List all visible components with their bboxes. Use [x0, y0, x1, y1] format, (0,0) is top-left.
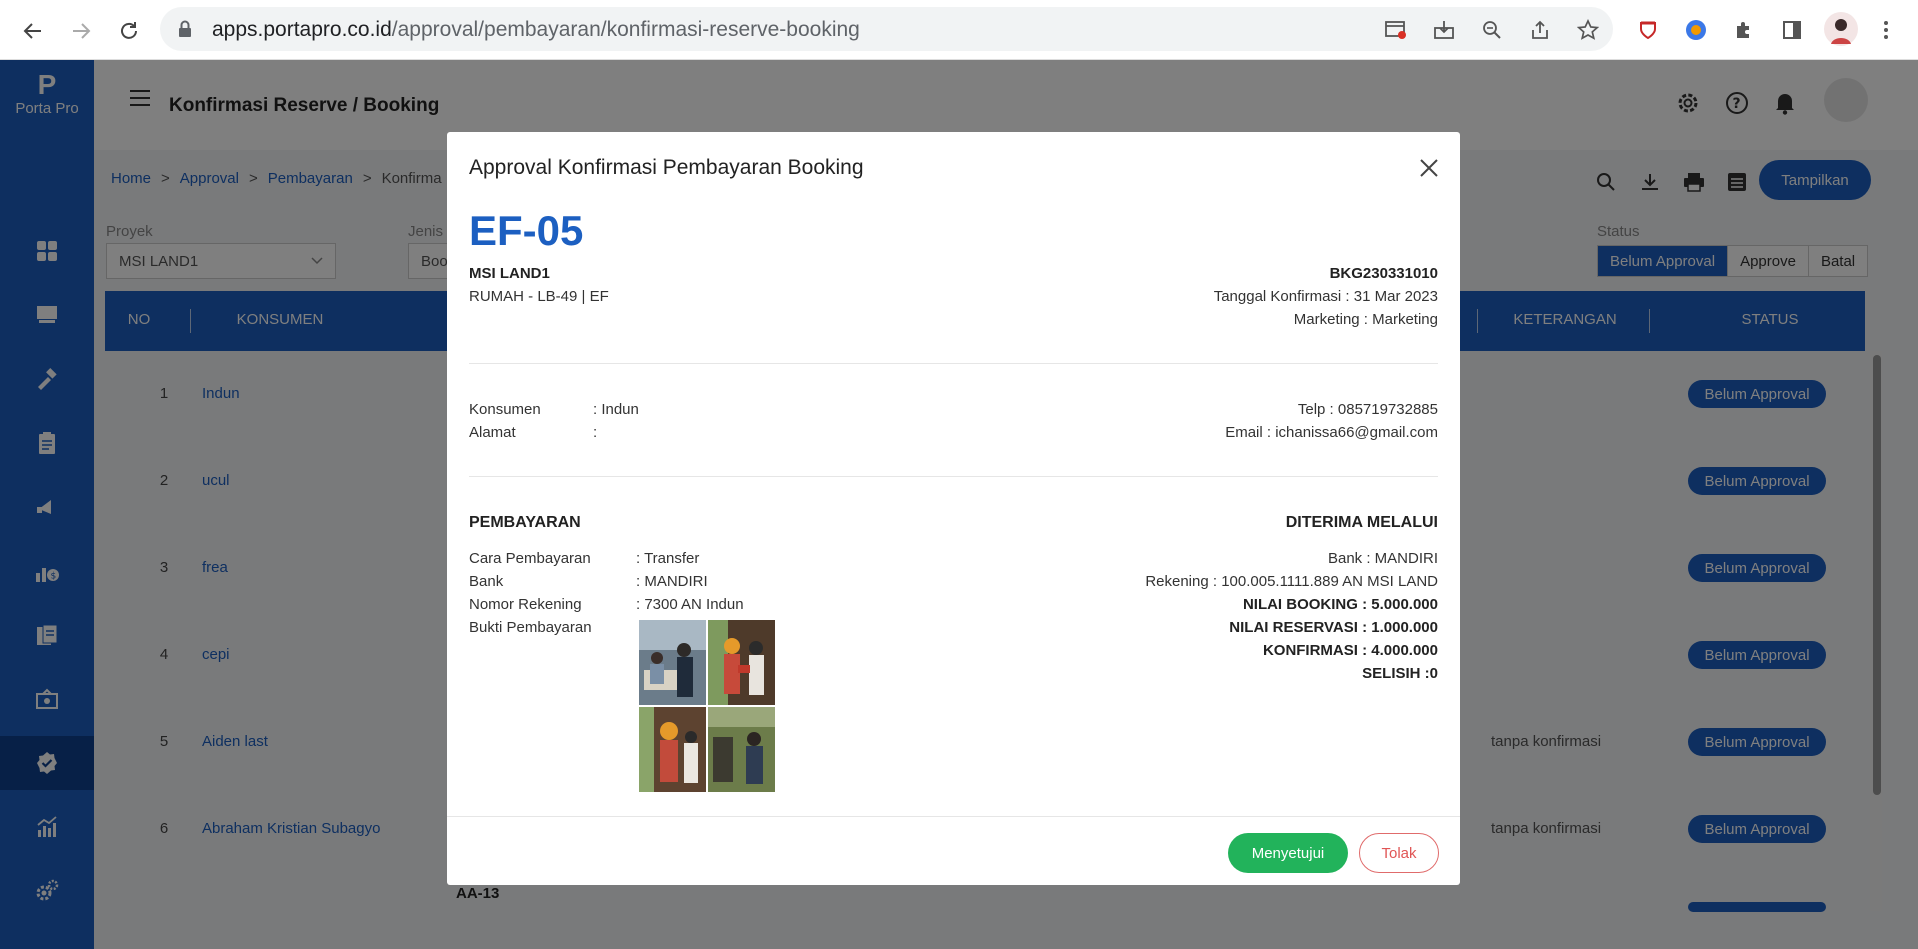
modal-title: Approval Konfirmasi Pembayaran Booking [469, 156, 864, 179]
extensions-puzzle-icon[interactable] [1730, 16, 1758, 44]
unit-code: EF-05 [469, 207, 584, 254]
browser-toolbar: apps.portapro.co.id/approval/pembayaran/… [0, 0, 1918, 60]
blocked-popup-icon[interactable] [1382, 16, 1410, 44]
extension-shield-icon[interactable] [1634, 16, 1662, 44]
bukti-pembayaran-label: Bukti Pembayaran [469, 619, 592, 636]
close-icon[interactable] [1417, 156, 1441, 180]
cara-pembayaran-label: Cara Pembayaran [469, 550, 591, 567]
back-icon[interactable] [16, 14, 50, 48]
nomor-rekening-value: : 7300 AN Indun [636, 596, 744, 613]
payment-photo [639, 707, 706, 792]
reload-icon[interactable] [112, 14, 146, 48]
nilai-booking: NILAI BOOKING : 5.000.000 [1242, 596, 1438, 613]
diterima-heading: DITERIMA MELALUI [1285, 514, 1438, 531]
selisih-amount: SELISIH :0 [1362, 665, 1438, 682]
approve-button[interactable]: Menyetujui [1228, 833, 1348, 873]
bookmark-star-icon[interactable] [1574, 16, 1602, 44]
nomor-rekening-label: Nomor Rekening [469, 596, 582, 613]
pembayaran-heading: PEMBAYARAN [469, 514, 581, 531]
reject-button[interactable]: Tolak [1359, 833, 1439, 873]
recv-rekening: Rekening : 100.005.1111.889 AN MSI LAND [1145, 573, 1438, 590]
payment-photo [639, 620, 706, 705]
zoom-icon[interactable] [1478, 16, 1506, 44]
cara-pembayaran-value: : Transfer [636, 550, 700, 567]
konsumen-label: Konsumen [469, 401, 541, 418]
divider [469, 476, 1438, 477]
email-value: Email : ichanissa66@gmail.com [1225, 424, 1438, 441]
forward-icon[interactable] [64, 14, 98, 48]
unit-detail: RUMAH - LB-49 | EF [469, 288, 609, 305]
konsumen-value: : Indun [593, 401, 639, 418]
bukti-pembayaran-image[interactable] [639, 620, 775, 792]
profile-avatar-icon[interactable] [1824, 12, 1858, 46]
nilai-reservasi: NILAI RESERVASI : 1.000.000 [1229, 619, 1438, 636]
project-name: MSI LAND1 [469, 265, 550, 282]
extension-globe-icon[interactable] [1682, 16, 1710, 44]
booking-code: BKG230331010 [1329, 265, 1438, 282]
konfirmasi-amount: KONFIRMASI : 4.000.000 [1262, 642, 1438, 659]
payment-photo [708, 707, 775, 792]
alamat-label: Alamat [469, 424, 516, 441]
install-icon[interactable] [1430, 16, 1458, 44]
recv-bank: Bank : MANDIRI [1327, 550, 1438, 567]
divider [469, 363, 1438, 364]
tanggal-konfirmasi: Tanggal Konfirmasi : 31 Mar 2023 [1213, 288, 1438, 305]
url-text: apps.portapro.co.id/approval/pembayaran/… [212, 18, 860, 41]
bank-label: Bank [469, 573, 504, 590]
browser-menu-icon[interactable] [1872, 16, 1900, 44]
bank-value: : MANDIRI [636, 573, 708, 590]
share-icon[interactable] [1526, 16, 1554, 44]
lock-icon [178, 20, 192, 41]
telp-value: Telp : 085719732885 [1297, 401, 1438, 418]
side-panel-icon[interactable] [1778, 16, 1806, 44]
modal-footer-divider [447, 816, 1460, 817]
payment-photo [708, 620, 775, 705]
marketing-name: Marketing : Marketing [1293, 311, 1438, 328]
alamat-value: : [593, 424, 598, 441]
approval-modal: Approval Konfirmasi Pembayaran Booking E… [447, 132, 1460, 885]
